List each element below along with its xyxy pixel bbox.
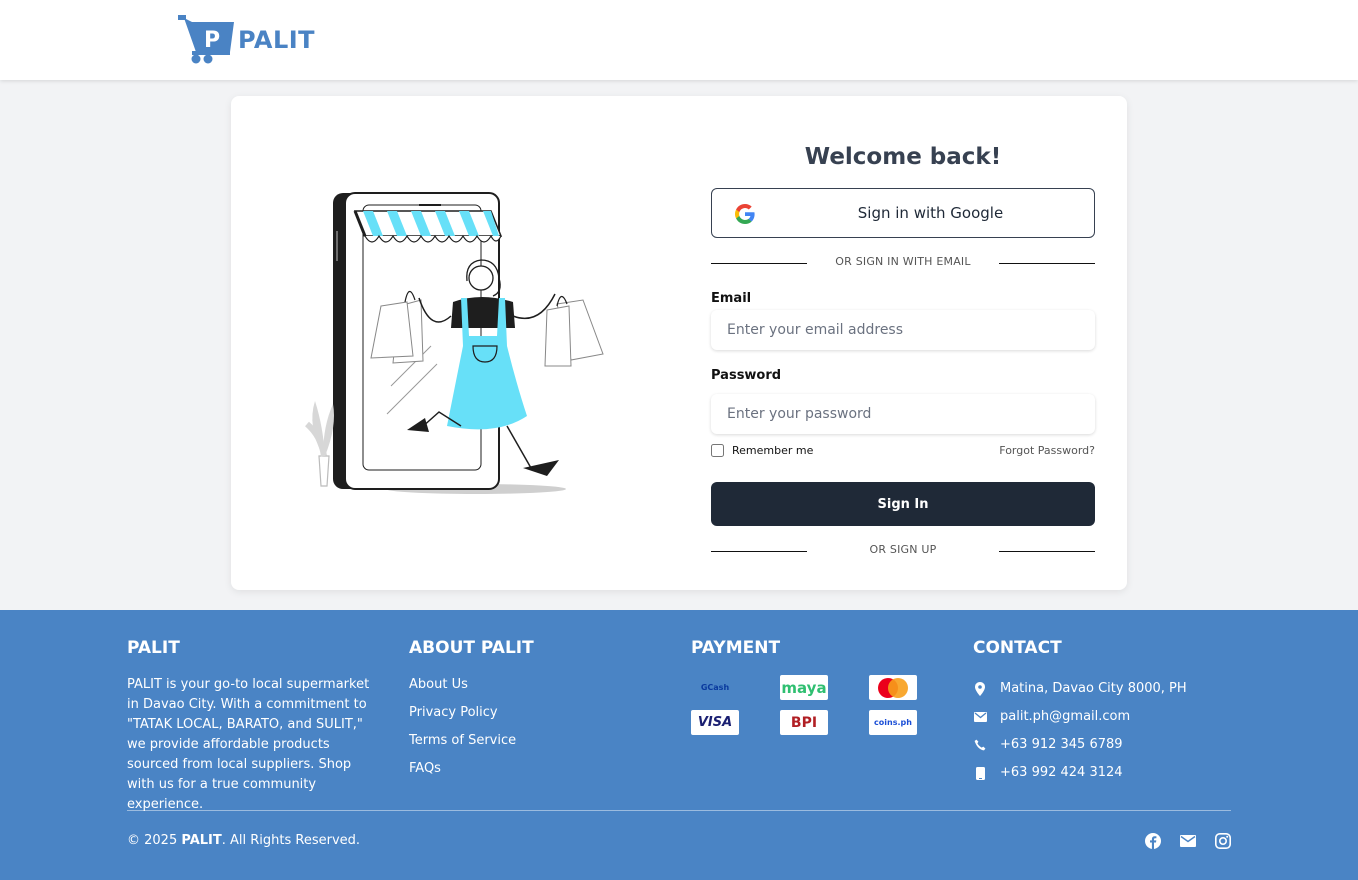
google-signin-label: Sign in with Google: [857, 204, 1004, 222]
mobile-phone-icon: [973, 766, 987, 780]
remember-me[interactable]: Remember me: [711, 444, 813, 457]
shopping-illustration: [304, 192, 604, 494]
remember-me-checkbox[interactable]: [711, 444, 724, 457]
contact-address: Matina, Davao City 8000, PH: [973, 675, 1187, 703]
password-input[interactable]: [711, 394, 1095, 434]
email-label: Email: [711, 291, 752, 306]
login-card: Welcome back! Sign in with Google OR SIG…: [231, 96, 1127, 590]
footer-contact: CONTACT Matina, Davao City 8000, PH pali…: [973, 638, 1187, 787]
contact-phone[interactable]: +63 912 345 6789: [973, 731, 1187, 759]
site-header: P PALIT: [0, 0, 1358, 80]
footer-link-about-us[interactable]: About Us: [409, 675, 534, 703]
location-pin-icon: [973, 682, 987, 696]
gcash-logo: GCash: [691, 675, 739, 700]
palit-logo[interactable]: P PALIT: [178, 14, 315, 64]
footer-about-text: PALIT is your go-to local supermarket in…: [127, 677, 370, 812]
google-icon: [735, 204, 755, 224]
signin-button[interactable]: Sign In: [711, 482, 1095, 526]
footer-about: PALIT PALIT is your go-to local supermar…: [127, 638, 379, 815]
remember-me-label: Remember me: [732, 444, 814, 457]
instagram-icon[interactable]: [1214, 832, 1231, 849]
visa-logo: VISA: [691, 710, 739, 735]
bpi-logo: BPI: [780, 710, 828, 735]
envelope-icon: [973, 712, 987, 722]
footer-divider: [127, 810, 1231, 811]
mastercard-logo: [869, 675, 917, 700]
forgot-password-link[interactable]: Forgot Password?: [999, 444, 1095, 457]
footer-links-title: ABOUT PALIT: [409, 638, 534, 658]
footer-contact-title: CONTACT: [973, 638, 1062, 658]
email-input[interactable]: [711, 310, 1095, 350]
email-divider: OR SIGN IN WITH EMAIL: [711, 255, 1095, 271]
footer-link-terms[interactable]: Terms of Service: [409, 731, 534, 759]
footer-payment: PAYMENT GCash maya VISA BPI coins.ph: [691, 638, 917, 735]
footer-links: ABOUT PALIT About Us Privacy Policy Term…: [409, 638, 534, 787]
coinsph-logo: coins.ph: [869, 710, 917, 735]
logo-text: PALIT: [238, 26, 316, 54]
site-footer: PALIT PALIT is your go-to local supermar…: [0, 610, 1358, 880]
google-signin-button[interactable]: Sign in with Google: [711, 188, 1095, 238]
footer-about-title: PALIT: [127, 638, 180, 658]
facebook-icon[interactable]: [1144, 832, 1161, 849]
footer-link-privacy-policy[interactable]: Privacy Policy: [409, 703, 534, 731]
svg-text:P: P: [204, 28, 220, 53]
signup-divider-text: OR SIGN UP: [869, 543, 937, 556]
contact-email[interactable]: palit.ph@gmail.com: [973, 703, 1187, 731]
footer-link-faqs[interactable]: FAQs: [409, 759, 534, 787]
email-divider-text: OR SIGN IN WITH EMAIL: [835, 255, 971, 268]
social-links: [1144, 832, 1231, 849]
mail-icon[interactable]: [1179, 832, 1196, 849]
cart-logo-icon: P: [178, 15, 234, 64]
phone-icon: [973, 739, 987, 751]
password-label: Password: [711, 368, 782, 383]
welcome-title: Welcome back!: [804, 144, 1002, 170]
signup-divider: OR SIGN UP: [711, 543, 1095, 559]
footer-payment-title: PAYMENT: [691, 638, 781, 658]
contact-mobile[interactable]: +63 992 424 3124: [973, 759, 1187, 787]
copyright: © 2025 PALIT. All Rights Reserved.: [127, 833, 361, 848]
maya-logo: maya: [780, 675, 828, 700]
